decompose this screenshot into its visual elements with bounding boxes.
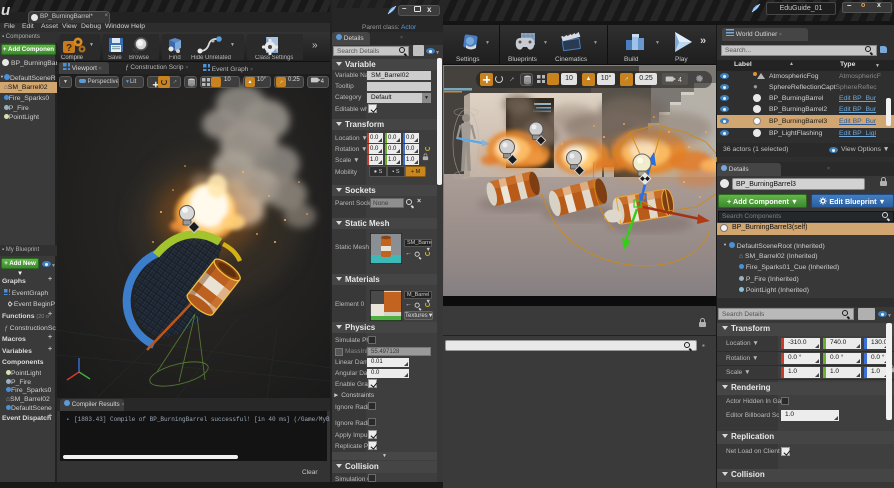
svg-text:?: ?	[66, 43, 72, 54]
